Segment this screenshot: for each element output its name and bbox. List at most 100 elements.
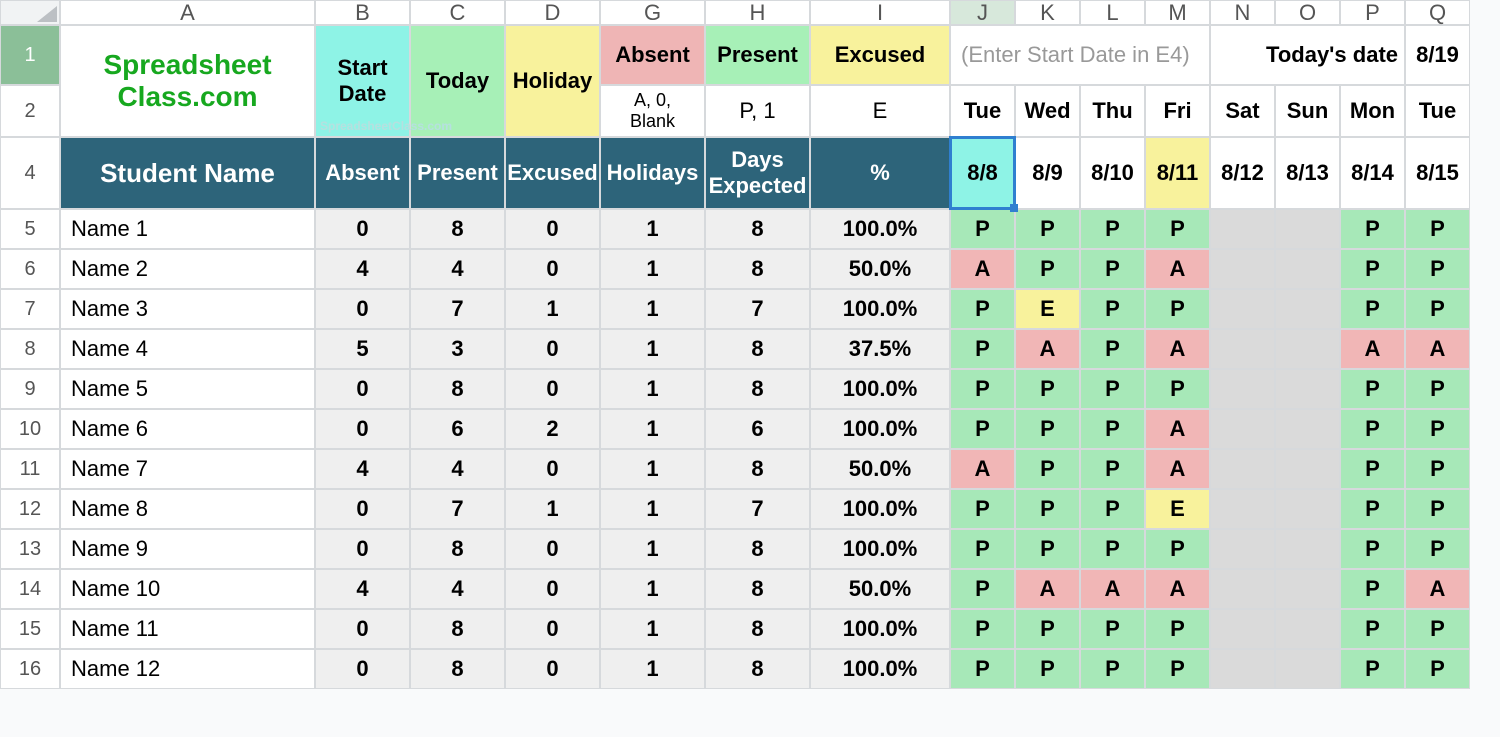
attendance-cell[interactable] bbox=[1275, 369, 1340, 409]
attendance-cell[interactable]: A bbox=[1145, 249, 1210, 289]
row-header-5[interactable]: 5 bbox=[0, 209, 60, 249]
absent-count[interactable]: 0 bbox=[315, 409, 410, 449]
attendance-pct[interactable]: 100.0% bbox=[810, 409, 950, 449]
attendance-cell[interactable]: P bbox=[950, 569, 1015, 609]
attendance-cell[interactable] bbox=[1210, 649, 1275, 689]
attendance-cell[interactable] bbox=[1210, 369, 1275, 409]
attendance-cell[interactable]: P bbox=[1340, 409, 1405, 449]
excused-count[interactable]: 0 bbox=[505, 209, 600, 249]
absent-count[interactable]: 0 bbox=[315, 369, 410, 409]
student-name[interactable]: Name 7 bbox=[60, 449, 315, 489]
attendance-cell[interactable]: A bbox=[1080, 569, 1145, 609]
attendance-cell[interactable]: A bbox=[1145, 449, 1210, 489]
absent-count[interactable]: 0 bbox=[315, 489, 410, 529]
present-count[interactable]: 8 bbox=[410, 369, 505, 409]
holidays-count[interactable]: 1 bbox=[600, 209, 705, 249]
absent-count[interactable]: 0 bbox=[315, 609, 410, 649]
attendance-cell[interactable] bbox=[1275, 289, 1340, 329]
attendance-cell[interactable]: P bbox=[950, 529, 1015, 569]
col-header-C[interactable]: C bbox=[410, 0, 505, 25]
attendance-pct[interactable]: 100.0% bbox=[810, 609, 950, 649]
present-count[interactable]: 8 bbox=[410, 649, 505, 689]
col-header-G[interactable]: G bbox=[600, 0, 705, 25]
attendance-cell[interactable]: A bbox=[1145, 329, 1210, 369]
holidays-count[interactable]: 1 bbox=[600, 489, 705, 529]
attendance-cell[interactable]: P bbox=[1080, 329, 1145, 369]
attendance-cell[interactable]: P bbox=[1405, 409, 1470, 449]
attendance-cell[interactable]: P bbox=[1015, 529, 1080, 569]
excused-count[interactable]: 1 bbox=[505, 489, 600, 529]
present-count[interactable]: 8 bbox=[410, 529, 505, 569]
attendance-cell[interactable]: P bbox=[1405, 529, 1470, 569]
select-all-corner[interactable] bbox=[0, 0, 60, 25]
attendance-cell[interactable]: P bbox=[950, 369, 1015, 409]
attendance-cell[interactable]: P bbox=[1405, 489, 1470, 529]
holidays-count[interactable]: 1 bbox=[600, 649, 705, 689]
attendance-cell[interactable]: P bbox=[1080, 249, 1145, 289]
attendance-cell[interactable]: P bbox=[1080, 649, 1145, 689]
attendance-cell[interactable]: P bbox=[1080, 369, 1145, 409]
absent-count[interactable]: 0 bbox=[315, 209, 410, 249]
attendance-cell[interactable]: P bbox=[1080, 529, 1145, 569]
date-col-8/13[interactable]: 8/13 bbox=[1275, 137, 1340, 209]
attendance-cell[interactable]: P bbox=[1080, 289, 1145, 329]
attendance-cell[interactable]: P bbox=[950, 329, 1015, 369]
attendance-pct[interactable]: 100.0% bbox=[810, 489, 950, 529]
holidays-count[interactable]: 1 bbox=[600, 369, 705, 409]
absent-count[interactable]: 0 bbox=[315, 529, 410, 569]
attendance-cell[interactable]: P bbox=[1145, 609, 1210, 649]
holidays-count[interactable]: 1 bbox=[600, 409, 705, 449]
attendance-cell[interactable]: P bbox=[1145, 289, 1210, 329]
attendance-cell[interactable] bbox=[1210, 209, 1275, 249]
attendance-pct[interactable]: 50.0% bbox=[810, 569, 950, 609]
attendance-cell[interactable]: A bbox=[1405, 569, 1470, 609]
attendance-cell[interactable]: P bbox=[1405, 289, 1470, 329]
attendance-cell[interactable] bbox=[1275, 649, 1340, 689]
attendance-cell[interactable]: P bbox=[1340, 529, 1405, 569]
student-name[interactable]: Name 10 bbox=[60, 569, 315, 609]
days-expected[interactable]: 8 bbox=[705, 249, 810, 289]
holidays-count[interactable]: 1 bbox=[600, 449, 705, 489]
student-name[interactable]: Name 2 bbox=[60, 249, 315, 289]
attendance-cell[interactable]: A bbox=[1340, 329, 1405, 369]
attendance-cell[interactable]: P bbox=[1340, 449, 1405, 489]
days-expected[interactable]: 8 bbox=[705, 649, 810, 689]
col-header-L[interactable]: L bbox=[1080, 0, 1145, 25]
row-header-16[interactable]: 16 bbox=[0, 649, 60, 689]
holidays-count[interactable]: 1 bbox=[600, 609, 705, 649]
col-header-P[interactable]: P bbox=[1340, 0, 1405, 25]
absent-count[interactable]: 4 bbox=[315, 249, 410, 289]
row-header-1[interactable]: 1 bbox=[0, 25, 60, 85]
attendance-cell[interactable]: E bbox=[1145, 489, 1210, 529]
present-count[interactable]: 8 bbox=[410, 609, 505, 649]
student-name[interactable]: Name 1 bbox=[60, 209, 315, 249]
attendance-cell[interactable] bbox=[1275, 529, 1340, 569]
attendance-cell[interactable] bbox=[1210, 409, 1275, 449]
days-expected[interactable]: 7 bbox=[705, 489, 810, 529]
attendance-cell[interactable]: A bbox=[1015, 329, 1080, 369]
attendance-cell[interactable]: P bbox=[950, 609, 1015, 649]
absent-count[interactable]: 0 bbox=[315, 649, 410, 689]
student-name[interactable]: Name 5 bbox=[60, 369, 315, 409]
col-header-N[interactable]: N bbox=[1210, 0, 1275, 25]
present-count[interactable]: 3 bbox=[410, 329, 505, 369]
student-name[interactable]: Name 12 bbox=[60, 649, 315, 689]
attendance-cell[interactable]: P bbox=[1145, 649, 1210, 689]
attendance-cell[interactable]: P bbox=[1340, 289, 1405, 329]
attendance-cell[interactable] bbox=[1210, 329, 1275, 369]
attendance-cell[interactable]: P bbox=[1015, 609, 1080, 649]
row-header-12[interactable]: 12 bbox=[0, 489, 60, 529]
attendance-cell[interactable]: P bbox=[950, 409, 1015, 449]
attendance-cell[interactable]: A bbox=[1145, 569, 1210, 609]
holidays-count[interactable]: 1 bbox=[600, 289, 705, 329]
row-header-6[interactable]: 6 bbox=[0, 249, 60, 289]
days-expected[interactable]: 8 bbox=[705, 569, 810, 609]
present-count[interactable]: 7 bbox=[410, 489, 505, 529]
attendance-cell[interactable]: P bbox=[1015, 369, 1080, 409]
date-col-8/9[interactable]: 8/9 bbox=[1015, 137, 1080, 209]
excused-count[interactable]: 0 bbox=[505, 569, 600, 609]
row-header-8[interactable]: 8 bbox=[0, 329, 60, 369]
attendance-cell[interactable]: P bbox=[1080, 449, 1145, 489]
attendance-cell[interactable] bbox=[1275, 569, 1340, 609]
attendance-cell[interactable]: P bbox=[1015, 409, 1080, 449]
